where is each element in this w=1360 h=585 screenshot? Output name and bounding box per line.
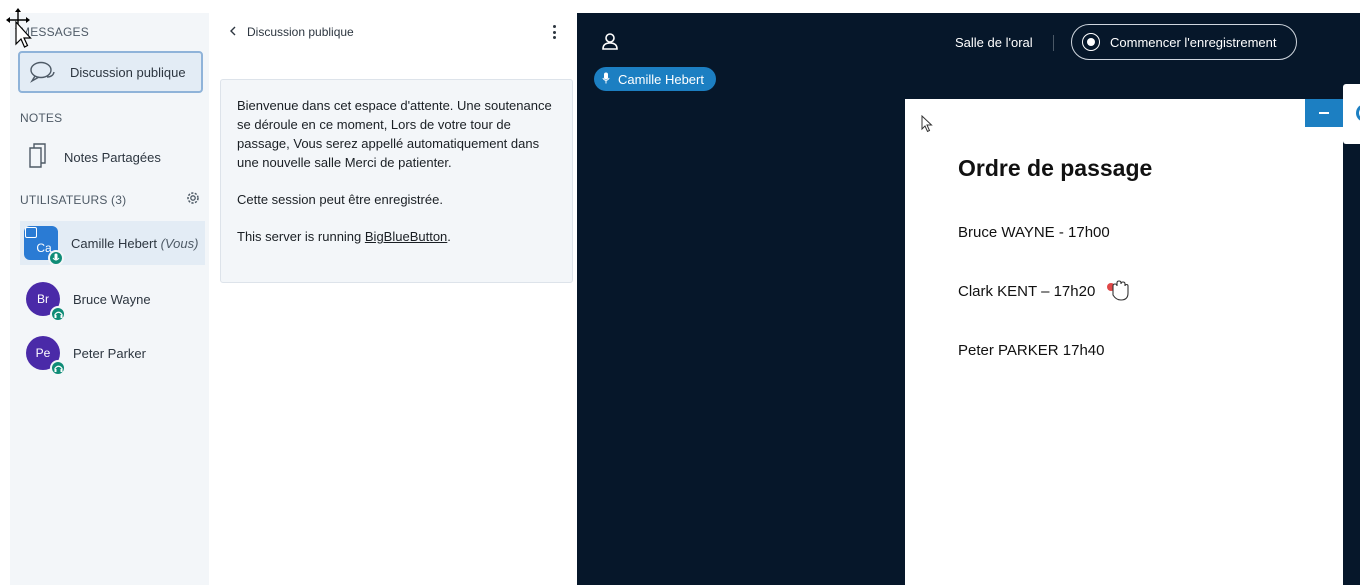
slide-line: Clark KENT – 17h20 [958, 283, 1096, 300]
slide-line: Bruce WAYNE - 17h00 [958, 224, 1110, 241]
user-name: Bruce Wayne [73, 291, 151, 307]
more-options-icon[interactable] [549, 23, 559, 41]
headphones-icon [50, 306, 66, 322]
sidebar-item-public-chat[interactable]: Discussion publique [18, 51, 203, 93]
sidebar-item-label: Notes Partagées [64, 149, 161, 165]
user-list-item[interactable]: Pe Peter Parker [20, 331, 205, 376]
server-info-suffix: . [447, 229, 451, 244]
presentation-area: Salle de l'oral Commencer l'enregistreme… [577, 13, 1360, 585]
user-you-label: (Vous) [160, 235, 199, 251]
sidebar-item-label: Discussion publique [70, 64, 186, 80]
presentation-slide: Ordre de passage Bruce WAYNE - 17h00 Cla… [905, 99, 1343, 585]
headphones-icon [50, 360, 66, 376]
avatar-initials: Pe [35, 346, 51, 360]
start-recording-button[interactable]: Commencer l'enregistrement [1071, 24, 1297, 60]
chat-panel: Discussion publique Bienvenue dans cet e… [209, 13, 577, 585]
user-icon[interactable] [599, 31, 621, 53]
chevron-left-icon [229, 25, 237, 39]
gear-icon[interactable] [184, 189, 202, 207]
record-button-label: Commencer l'enregistrement [1110, 34, 1277, 50]
document-icon [26, 141, 50, 174]
record-icon [1082, 33, 1100, 51]
microphone-icon [48, 250, 64, 266]
talker-name: Camille Hebert [618, 71, 704, 87]
users-section-title: UTILISATEURS (3) [20, 193, 127, 207]
chat-title: Discussion publique [247, 25, 354, 39]
minimize-presentation-button[interactable] [1305, 99, 1343, 127]
avatar: Br [26, 282, 66, 322]
raise-hand-icon [1105, 277, 1131, 303]
talking-indicator[interactable]: Camille Hebert [594, 67, 716, 91]
user-name-text: Camille Hebert [71, 235, 157, 251]
avatar: Pe [26, 336, 66, 376]
user-name: Camille Hebert (Vous) [71, 236, 198, 251]
welcome-message: Bienvenue dans cet espace d'attente. Une… [220, 79, 573, 283]
user-list-item[interactable]: Br Bruce Wayne [20, 277, 205, 322]
server-info-prefix: This server is running [237, 229, 365, 244]
chat-bubbles-icon [28, 58, 58, 86]
sidebar-item-shared-notes[interactable]: Notes Partagées [20, 141, 205, 173]
recording-notice: Cette session peut être enregistrée. [237, 192, 443, 207]
user-name: Peter Parker [73, 345, 146, 361]
slide-line: Peter PARKER 17h40 [958, 342, 1105, 359]
notes-section-title: NOTES [20, 111, 63, 125]
move-cursor-icon [6, 8, 36, 50]
bigbluebutton-link[interactable]: BigBlueButton [365, 229, 447, 244]
avatar: Ca [24, 226, 64, 266]
app-window: MESSAGES Discussion publique NOTES Notes… [0, 0, 1360, 585]
avatar-initials: Br [37, 292, 49, 306]
microphone-icon [602, 72, 610, 87]
presenter-icon [25, 227, 37, 238]
user-list-item[interactable]: Ca Camille Hebert (Vous) [20, 221, 205, 266]
pointer-cursor-icon [921, 114, 933, 133]
sidebar: MESSAGES Discussion publique NOTES Notes… [10, 13, 209, 585]
welcome-text: Bienvenue dans cet espace d'attente. Une… [237, 98, 552, 170]
chat-back-button[interactable]: Discussion publique [229, 25, 354, 39]
slide-title: Ordre de passage [958, 155, 1153, 181]
server-info: This server is running BigBlueButton. [237, 227, 556, 246]
side-toggle-button[interactable] [1343, 84, 1360, 144]
room-name: Salle de l'oral [955, 35, 1033, 50]
header-divider [1053, 35, 1054, 51]
